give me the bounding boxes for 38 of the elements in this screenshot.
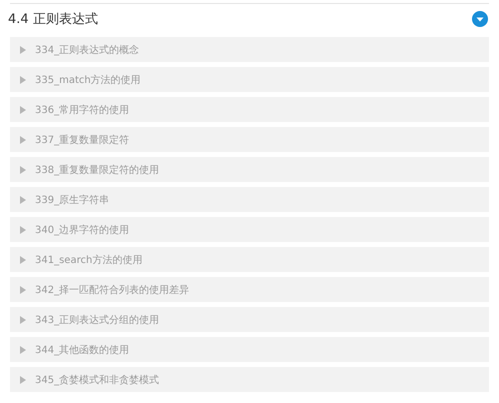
lesson-title: 337_重复数量限定符 (35, 134, 130, 146)
play-triangle-icon (20, 76, 26, 84)
lesson-item[interactable]: 334_正则表达式的概念 (10, 37, 489, 62)
section-title: 4.4 正则表达式 (8, 11, 98, 28)
lesson-item[interactable]: 345_贪婪模式和非贪婪模式 (10, 367, 489, 392)
play-triangle-icon (20, 106, 26, 114)
lesson-title: 345_贪婪模式和非贪婪模式 (35, 374, 160, 386)
lesson-item[interactable]: 338_重复数量限定符的使用 (10, 157, 489, 182)
lesson-item[interactable]: 343_正则表达式分组的使用 (10, 307, 489, 332)
lesson-item[interactable]: 339_原生字符串 (10, 187, 489, 212)
play-triangle-icon (20, 46, 26, 54)
lesson-title: 339_原生字符串 (35, 194, 110, 206)
lesson-item[interactable]: 340_边界字符的使用 (10, 217, 489, 242)
lesson-item[interactable]: 342_择一匹配符合列表的使用差异 (10, 277, 489, 302)
play-triangle-icon (20, 196, 26, 204)
play-triangle-icon (20, 316, 26, 324)
lesson-title: 336_常用字符的使用 (35, 104, 130, 116)
play-triangle-icon (20, 136, 26, 144)
play-triangle-icon (20, 286, 26, 294)
lesson-title: 343_正则表达式分组的使用 (35, 314, 160, 326)
lesson-title: 341_search方法的使用 (35, 254, 142, 266)
lesson-title: 340_边界字符的使用 (35, 224, 130, 236)
lesson-item[interactable]: 336_常用字符的使用 (10, 97, 489, 122)
lesson-title: 334_正则表达式的概念 (35, 44, 140, 56)
lesson-item[interactable]: 344_其他函数的使用 (10, 337, 489, 362)
lesson-title: 344_其他函数的使用 (35, 344, 130, 356)
lesson-item[interactable]: 341_search方法的使用 (10, 247, 489, 272)
play-triangle-icon (20, 376, 26, 384)
lesson-item[interactable]: 335_match方法的使用 (10, 67, 489, 92)
lesson-title: 335_match方法的使用 (35, 74, 141, 86)
lesson-title: 342_择一匹配符合列表的使用差异 (35, 284, 190, 296)
play-triangle-icon (20, 166, 26, 174)
lesson-title: 338_重复数量限定符的使用 (35, 164, 160, 176)
play-triangle-icon (20, 226, 26, 234)
lesson-item[interactable]: 337_重复数量限定符 (10, 127, 489, 152)
collapse-toggle-icon[interactable] (472, 11, 488, 27)
play-triangle-icon (20, 256, 26, 264)
play-triangle-icon (20, 346, 26, 354)
